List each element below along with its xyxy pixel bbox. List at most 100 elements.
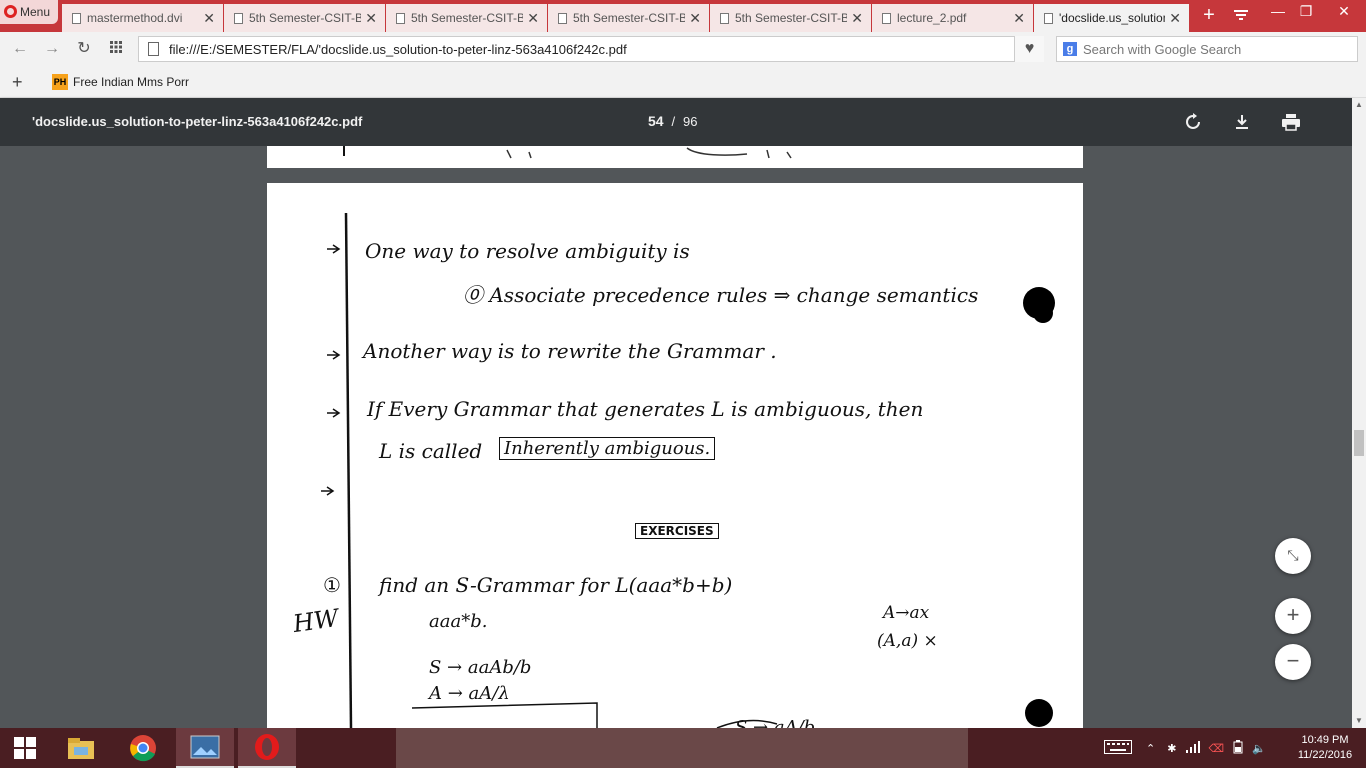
tab-label: lecture_2.pdf (897, 11, 967, 25)
url-input[interactable]: file:///E:/SEMESTER/FLA/'docslide.us_sol… (138, 36, 1044, 62)
restore-icon[interactable]: ❐ (1288, 0, 1324, 24)
chrome-icon[interactable] (114, 728, 172, 768)
close-tab-icon[interactable]: ✕ (203, 10, 215, 27)
close-tab-icon[interactable]: ✕ (851, 10, 863, 27)
bluetooth-icon[interactable]: ✱ (1167, 742, 1176, 755)
rule-a: A → aA/λ (429, 683, 510, 704)
zoom-out-button[interactable]: − (1275, 644, 1311, 680)
back-icon[interactable]: ← (10, 40, 30, 58)
bookmark-item[interactable]: PH Free Indian Mms Porr (52, 74, 189, 90)
pdf-toolbar: 'docslide.us_solution-to-peter-linz-563a… (0, 98, 1352, 146)
document-icon (72, 12, 81, 24)
new-tab-button[interactable]: + (1198, 4, 1220, 28)
opera-menu-button[interactable]: Menu (0, 0, 58, 24)
file-explorer-icon[interactable] (52, 728, 110, 768)
note-line-3: Another way is to rewrite the Grammar . (363, 339, 777, 363)
print-icon[interactable] (1279, 110, 1303, 134)
tab-label: 'docslide.us_solution (1059, 11, 1166, 25)
zoom-in-button[interactable]: + (1275, 598, 1311, 634)
system-tray: ⌃ ✱ ⌫ 🔈 (1100, 728, 1266, 768)
search-placeholder: Search with Google Search (1083, 41, 1242, 57)
close-tab-icon[interactable]: ✕ (527, 10, 539, 27)
tab-5th-semester-2[interactable]: 5th Semester-CSIT-B ✕ (386, 4, 548, 32)
pdf-title: 'docslide.us_solution-to-peter-linz-563a… (32, 114, 363, 129)
note-line-4a: If Every Grammar that generates L is amb… (367, 397, 924, 421)
rule-s: S → aaAb/b (429, 657, 532, 678)
document-icon (558, 12, 567, 24)
page-separator: / (671, 114, 676, 129)
close-tab-icon[interactable]: ✕ (1169, 10, 1181, 27)
tab-label: mastermethod.dvi (87, 11, 183, 25)
tab-lecture-2[interactable]: lecture_2.pdf ✕ (872, 4, 1034, 32)
document-icon (396, 12, 405, 24)
document-icon (1044, 12, 1053, 24)
side-note-2: (A,a) × (877, 631, 938, 651)
tab-list: mastermethod.dvi ✕ 5th Semester-CSIT-B ✕ 5… (62, 4, 1190, 32)
show-hidden-icons[interactable]: ⌃ (1146, 742, 1155, 755)
tab-label: 5th Semester-CSIT-B (735, 11, 848, 25)
network-error-icon[interactable]: ⌫ (1208, 742, 1224, 755)
forward-icon[interactable]: → (42, 40, 62, 58)
download-icon[interactable] (1230, 110, 1254, 134)
note-line-2: ⓪ Associate precedence rules ⇒ change se… (463, 283, 979, 307)
document-icon (234, 12, 243, 24)
opera-logo-icon (4, 5, 17, 18)
scrollbar[interactable]: ▲ ▼ (1352, 98, 1366, 728)
total-pages: 96 (682, 114, 698, 129)
clock-time: 10:49 PM (1301, 734, 1349, 746)
document-icon (882, 12, 891, 24)
bookmark-label: Free Indian Mms Porr (73, 75, 190, 89)
exercise-1: find an S-Grammar for L(aaa*b+b) (379, 573, 733, 597)
menu-label: Menu (20, 5, 51, 19)
fit-to-page-button[interactable]: ⤡ (1275, 538, 1311, 574)
add-bookmark-icon[interactable]: + (12, 72, 23, 93)
google-icon: g (1063, 42, 1077, 56)
tab-5th-semester-3[interactable]: 5th Semester-CSIT-B ✕ (548, 4, 710, 32)
tab-strip: Menu mastermethod.dvi ✕ 5th Semester-CSIT… (0, 0, 1366, 32)
signal-icon[interactable] (1186, 740, 1201, 756)
inherently-ambiguous-box: Inherently ambiguous. (499, 437, 716, 460)
windows-icon (14, 737, 36, 759)
tab-5th-semester-4[interactable]: 5th Semester-CSIT-B ✕ (710, 4, 872, 32)
bottom-partial-rule: S → aA/b (735, 717, 816, 728)
tab-docslide-active[interactable]: 'docslide.us_solution ✕ (1034, 4, 1190, 32)
current-page[interactable]: 54 (648, 113, 664, 129)
clock-date: 11/22/2016 (1297, 749, 1353, 761)
taskbar: ⌃ ✱ ⌫ 🔈 10:49 PM 11/22/2016 (0, 728, 1366, 768)
url-text: file:///E:/SEMESTER/FLA/'docslide.us_sol… (169, 41, 627, 57)
document-icon (720, 12, 729, 24)
speed-dial-icon[interactable] (106, 40, 126, 58)
search-input[interactable]: g Search with Google Search (1056, 36, 1358, 62)
scroll-down-icon[interactable]: ▼ (1355, 716, 1363, 725)
expression-aaab: aaa*b. (429, 611, 488, 632)
note-line-4b: L is called (379, 439, 483, 463)
close-tab-icon[interactable]: ✕ (1013, 10, 1025, 27)
rotate-icon[interactable] (1181, 110, 1205, 134)
tab-menu-icon[interactable] (1232, 8, 1250, 24)
clock[interactable]: 10:49 PM 11/22/2016 (1292, 733, 1358, 763)
start-button[interactable] (0, 728, 50, 768)
bookmark-heart-icon[interactable]: ♥ (1014, 36, 1044, 62)
tab-mastermethod[interactable]: mastermethod.dvi ✕ (62, 4, 224, 32)
scroll-up-icon[interactable]: ▲ (1355, 100, 1363, 109)
scroll-thumb[interactable] (1354, 430, 1364, 456)
pdf-page: One way to resolve ambiguity is ⓪ Associ… (267, 183, 1083, 728)
opera-taskbar-icon[interactable] (238, 728, 296, 768)
address-bar: ← → ↻ file:///E:/SEMESTER/FLA/'docslide.… (0, 32, 1366, 66)
volume-icon[interactable]: 🔈 (1252, 742, 1266, 755)
window-preview-thumbnail (396, 728, 968, 768)
side-note-1: A→ax (883, 603, 930, 623)
page-indicator: 54 / 96 (648, 113, 697, 129)
close-tab-icon[interactable]: ✕ (365, 10, 377, 27)
page-icon (148, 42, 159, 56)
battery-icon[interactable] (1232, 739, 1244, 757)
close-tab-icon[interactable]: ✕ (689, 10, 701, 27)
tab-label: 5th Semester-CSIT-B (411, 11, 524, 25)
keyboard-icon[interactable] (1104, 739, 1132, 757)
exercises-heading: EXERCISES (635, 523, 719, 539)
reload-icon[interactable]: ↻ (74, 40, 94, 58)
pdf-viewer[interactable]: One way to resolve ambiguity is ⓪ Associ… (0, 146, 1352, 728)
tab-5th-semester-1[interactable]: 5th Semester-CSIT-B ✕ (224, 4, 386, 32)
photos-app-icon[interactable] (176, 728, 234, 768)
close-window-icon[interactable]: ✕ (1326, 0, 1362, 24)
